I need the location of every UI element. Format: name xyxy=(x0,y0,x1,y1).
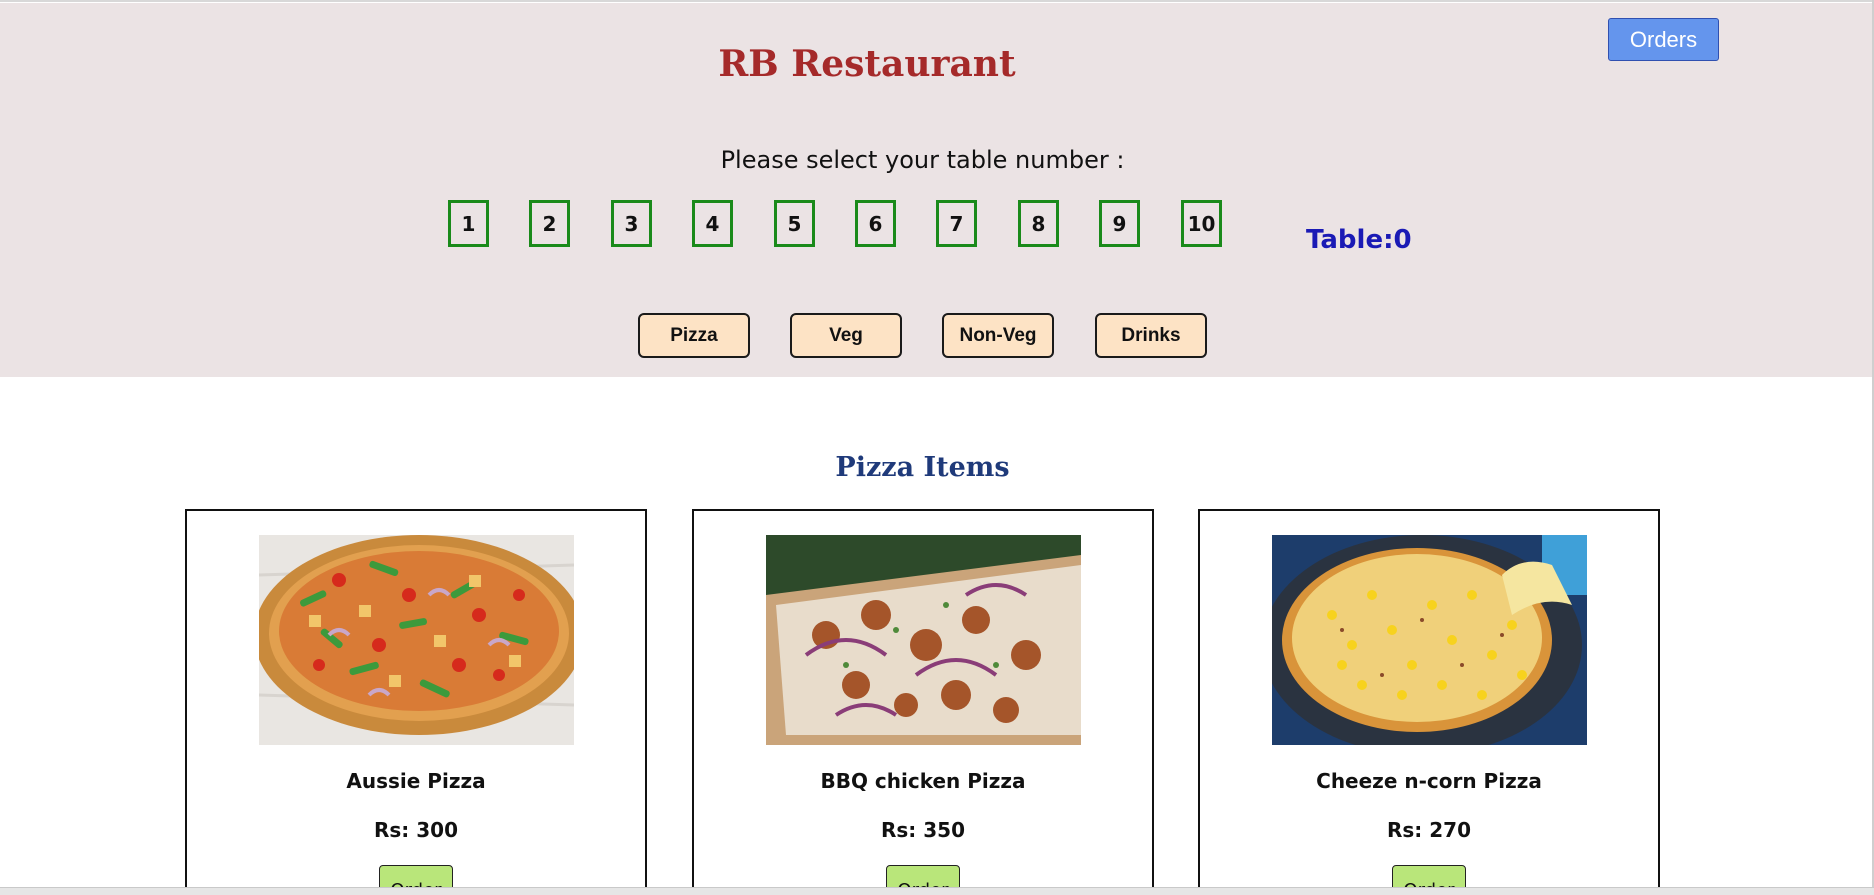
table-button-7[interactable]: 7 xyxy=(936,200,977,247)
table-button-4[interactable]: 4 xyxy=(692,200,733,247)
horizontal-scrollbar[interactable] xyxy=(0,887,1874,895)
item-name: BBQ chicken Pizza xyxy=(820,769,1026,793)
table-button-6[interactable]: 6 xyxy=(855,200,896,247)
table-button-1[interactable]: 1 xyxy=(448,200,489,247)
item-price: Rs: 350 xyxy=(880,818,965,842)
item-price: Rs: 270 xyxy=(1386,818,1471,842)
table-button-9[interactable]: 9 xyxy=(1099,200,1140,247)
top-border xyxy=(0,0,1874,2)
menu-item-card: Cheeze n-corn Pizza Rs: 270 Order xyxy=(1198,509,1660,895)
table-button-5[interactable]: 5 xyxy=(774,200,815,247)
item-name: Aussie Pizza xyxy=(346,769,486,793)
category-button-pizza[interactable]: Pizza xyxy=(638,313,750,358)
category-button-veg[interactable]: Veg xyxy=(790,313,902,358)
item-name: Cheeze n-corn Pizza xyxy=(1316,769,1542,793)
menu-item-card: Aussie Pizza Rs: 300 Order xyxy=(185,509,647,895)
table-button-2[interactable]: 2 xyxy=(529,200,570,247)
category-button-drinks[interactable]: Drinks xyxy=(1095,313,1207,358)
table-prompt: Please select your table number : xyxy=(720,146,1125,174)
bbq-chicken-pizza-image xyxy=(766,535,1081,745)
header: RB Restaurant Orders Please select your … xyxy=(0,3,1872,377)
page: RB Restaurant Orders Please select your … xyxy=(0,0,1874,895)
restaurant-title: RB Restaurant xyxy=(718,43,1016,85)
category-button-non-veg[interactable]: Non-Veg xyxy=(942,313,1054,358)
aussie-pizza-image xyxy=(259,535,574,745)
cheeze-n-corn-pizza-image xyxy=(1272,535,1587,745)
table-button-8[interactable]: 8 xyxy=(1018,200,1059,247)
table-button-3[interactable]: 3 xyxy=(611,200,652,247)
section-title: Pizza Items xyxy=(835,452,1010,484)
item-price: Rs: 300 xyxy=(373,818,458,842)
table-button-10[interactable]: 10 xyxy=(1181,200,1222,247)
selected-table-label: Table:0 xyxy=(1306,225,1412,255)
menu-item-card: BBQ chicken Pizza Rs: 350 Order xyxy=(692,509,1154,895)
orders-button[interactable]: Orders xyxy=(1608,18,1719,61)
